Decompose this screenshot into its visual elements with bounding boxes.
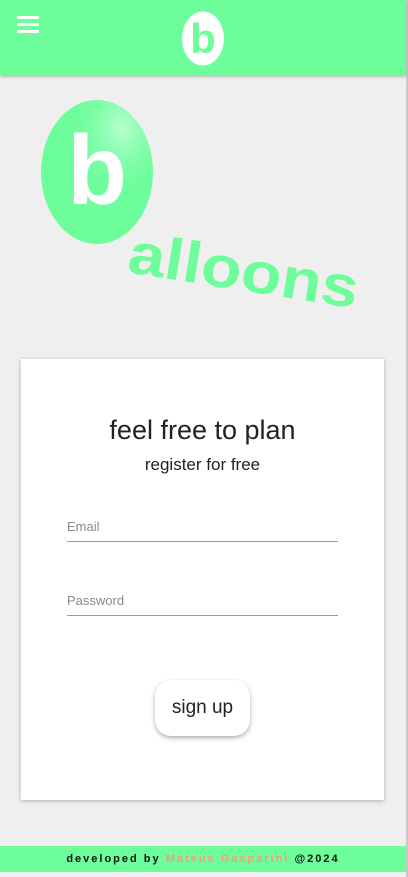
- footer: developed by Mateus Gasparini @2024: [0, 846, 406, 872]
- header-logo[interactable]: b: [181, 10, 225, 67]
- password-field: [67, 585, 338, 616]
- hero-logo-wordmark: alloons: [124, 221, 363, 314]
- header-logo-letter: b: [190, 15, 216, 62]
- email-field: [67, 511, 338, 542]
- footer-prefix: developed by: [66, 853, 166, 865]
- password-input[interactable]: [67, 585, 338, 616]
- footer-suffix: @2024: [289, 853, 340, 865]
- card-subtitle: register for free: [144, 455, 261, 474]
- footer-author: Mateus Gasparini: [165, 853, 290, 865]
- register-card: feel free to plan register for free sign…: [21, 359, 384, 800]
- hero-logo-letter: b: [67, 115, 127, 225]
- card-title: feel free to plan: [109, 415, 296, 445]
- hamburger-icon[interactable]: [17, 15, 39, 35]
- top-bar: b: [0, 0, 406, 75]
- signup-button[interactable]: sign up: [155, 680, 250, 736]
- email-input[interactable]: [67, 511, 338, 542]
- hero-logo: b alloons: [41, 100, 363, 314]
